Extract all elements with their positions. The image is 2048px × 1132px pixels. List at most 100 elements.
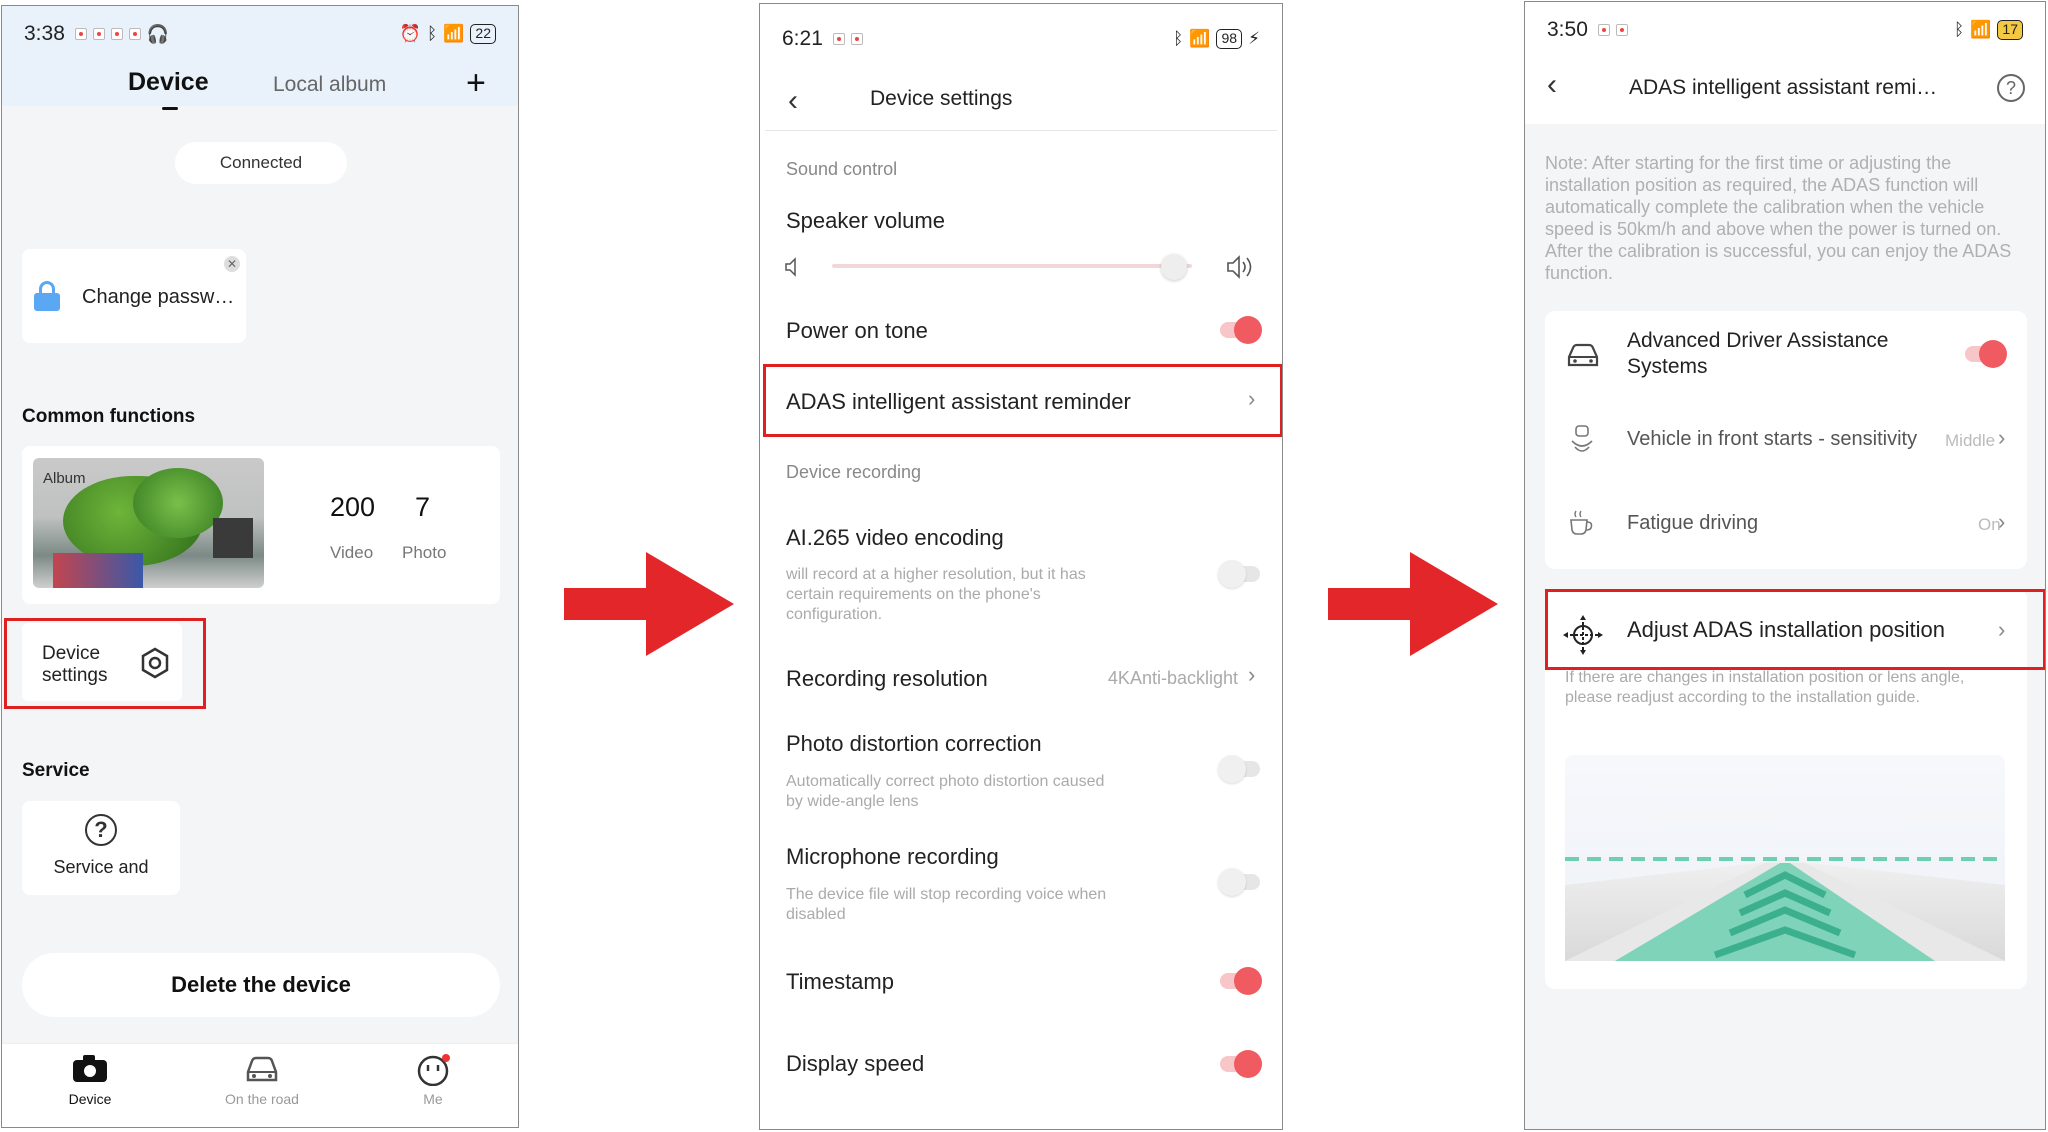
screen-device-home: 3:38 🎧 ⏰ ᛒ 📶 22 Device Local album + Con… [1, 5, 519, 1128]
alarm-icon: ⏰ [399, 24, 422, 43]
tab-local-album[interactable]: Local album [273, 73, 386, 97]
microphone-toggle[interactable] [1218, 868, 1260, 896]
highlight-adas-reminder [763, 364, 1282, 437]
battery-icon: 22 [470, 24, 496, 44]
chevron-right-icon: › [1998, 509, 2006, 534]
wifi-icon: 📶 [443, 24, 465, 43]
fatigue-driving-label[interactable]: Fatigue driving [1627, 512, 1758, 535]
photo-label: Photo [402, 543, 447, 562]
headphone-icon: 🎧 [146, 23, 170, 44]
chevron-right-icon: › [1998, 425, 2006, 450]
car-icon [1567, 343, 1599, 367]
battery-icon: 98 [1216, 29, 1243, 49]
ai265-description: will record at a higher resolution, but … [786, 566, 1086, 623]
volume-high-icon [1227, 255, 1252, 279]
adas-calibration-illustration [1565, 755, 2005, 961]
service-tile[interactable]: ? Service and [22, 801, 180, 895]
page-title: Device settings [870, 87, 1013, 110]
nav-road-label: On the road [225, 1091, 299, 1107]
change-password-card[interactable]: Change passw… ✕ [22, 249, 246, 343]
volume-slider-knob[interactable] [1161, 254, 1187, 280]
photo-distortion-label: Photo distortion correction [786, 731, 1042, 756]
bottom-nav: Device On the road Me [2, 1043, 518, 1127]
back-icon[interactable]: ‹ [788, 84, 798, 118]
display-speed-toggle[interactable] [1220, 1050, 1262, 1078]
album-label: Album [43, 470, 86, 487]
recording-resolution-label[interactable]: Recording resolution [786, 666, 988, 692]
bluetooth-icon: ᛒ [427, 24, 438, 43]
ai265-label: AI.265 video encoding [786, 525, 1004, 550]
nav-on-the-road[interactable]: On the road [214, 1054, 310, 1107]
video-count: 200 [330, 492, 376, 522]
nav-me-label: Me [423, 1091, 443, 1107]
status-time: 3:38 [24, 22, 65, 45]
adas-options-card: Advanced Driver Assistance Systems Vehic… [1545, 311, 2027, 569]
smiley-icon [417, 1054, 450, 1087]
album-thumbnail[interactable]: Album [33, 458, 264, 588]
vehicle-front-icon [1571, 425, 1593, 452]
lock-icon [34, 281, 60, 311]
album-card[interactable]: Album 200 Video 7 Photo [22, 446, 500, 604]
chevron-right-icon: › [1248, 662, 1256, 687]
recording-resolution-value: 4KAnti-backlight [1107, 668, 1238, 688]
camera-icon [73, 1055, 107, 1082]
highlight-device-settings [4, 618, 206, 709]
microphone-description: The device file will stop recording voic… [786, 886, 1107, 923]
display-speed-label: Display speed [786, 1051, 925, 1076]
bluetooth-icon: ᛒ [1173, 29, 1184, 48]
wifi-icon: 📶 [1189, 29, 1211, 48]
adjust-position-description: If there are changes in installation pos… [1565, 669, 1965, 706]
battery-icon: 17 [1997, 20, 2023, 40]
volume-low-icon [785, 257, 796, 277]
volume-slider-track[interactable] [832, 264, 1192, 268]
screen-adas-reminder: 3:50 ᛒ 📶 17 ‹ ADAS intelligent assistant… [1524, 1, 2046, 1130]
section-sound-control: Sound control [786, 159, 898, 179]
status-time: 3:50 [1547, 18, 1588, 41]
arrow-right-icon [564, 552, 734, 656]
common-functions-title: Common functions [22, 406, 196, 427]
delete-device-button[interactable]: Delete the device [22, 953, 500, 1017]
section-device-recording: Device recording [786, 462, 922, 482]
speaker-volume-label: Speaker volume [786, 208, 945, 233]
status-icons: ᛒ 📶 17 [1954, 20, 2023, 40]
status-bar: 3:50 ᛒ 📶 17 [1525, 2, 2045, 58]
status-bar: 6:21 ᛒ 📶 98 ⚡ [760, 4, 1282, 74]
highlight-adjust-position [1545, 589, 2045, 670]
photo-count: 7 [415, 492, 431, 522]
nav-device-label: Device [68, 1091, 112, 1107]
connection-status-pill: Connected [175, 142, 347, 184]
adas-systems-toggle[interactable] [1965, 340, 2007, 368]
service-label: Service and [53, 857, 149, 877]
help-icon[interactable]: ? [1997, 74, 2025, 102]
screen-device-settings: 6:21 ᛒ 📶 98 ⚡ ‹ Device settings Sound co… [759, 3, 1283, 1130]
video-label: Video [330, 543, 374, 562]
photo-distortion-toggle[interactable] [1218, 755, 1260, 783]
tab-device[interactable]: Device [128, 68, 209, 97]
service-title: Service [22, 760, 90, 781]
power-on-tone-toggle[interactable] [1220, 316, 1262, 344]
adas-note: Note: After starting for the first time … [1545, 153, 2012, 283]
nav-me[interactable]: Me [400, 1054, 466, 1107]
bluetooth-icon: ᛒ [1954, 20, 1965, 39]
tab-indicator [162, 107, 178, 110]
adas-systems-label: Advanced Driver Assistance Systems [1627, 329, 1889, 378]
status-icons: ⏰ ᛒ 📶 22 [400, 24, 496, 44]
status-time: 6:21 [782, 27, 823, 50]
back-icon[interactable]: ‹ [1547, 68, 1557, 102]
vehicle-front-label[interactable]: Vehicle in front starts - sensitivity [1627, 428, 1917, 451]
status-icons: ᛒ 📶 98 ⚡ [1173, 29, 1260, 49]
page-title: ADAS intelligent assistant remi… [1629, 76, 1938, 99]
add-device-button[interactable]: + [466, 64, 486, 103]
close-icon[interactable]: ✕ [224, 256, 240, 272]
nav-device[interactable]: Device [57, 1054, 123, 1107]
power-on-tone-label: Power on tone [786, 318, 928, 343]
ai265-toggle[interactable] [1218, 560, 1260, 588]
car-icon [246, 1056, 278, 1082]
coffee-icon [1570, 510, 1593, 535]
wifi-icon: 📶 [1970, 20, 1992, 39]
timestamp-label: Timestamp [786, 969, 894, 994]
help-icon: ? [85, 814, 117, 846]
arrow-right-icon [1328, 552, 1498, 656]
divider [765, 130, 1277, 131]
timestamp-toggle[interactable] [1220, 967, 1262, 995]
